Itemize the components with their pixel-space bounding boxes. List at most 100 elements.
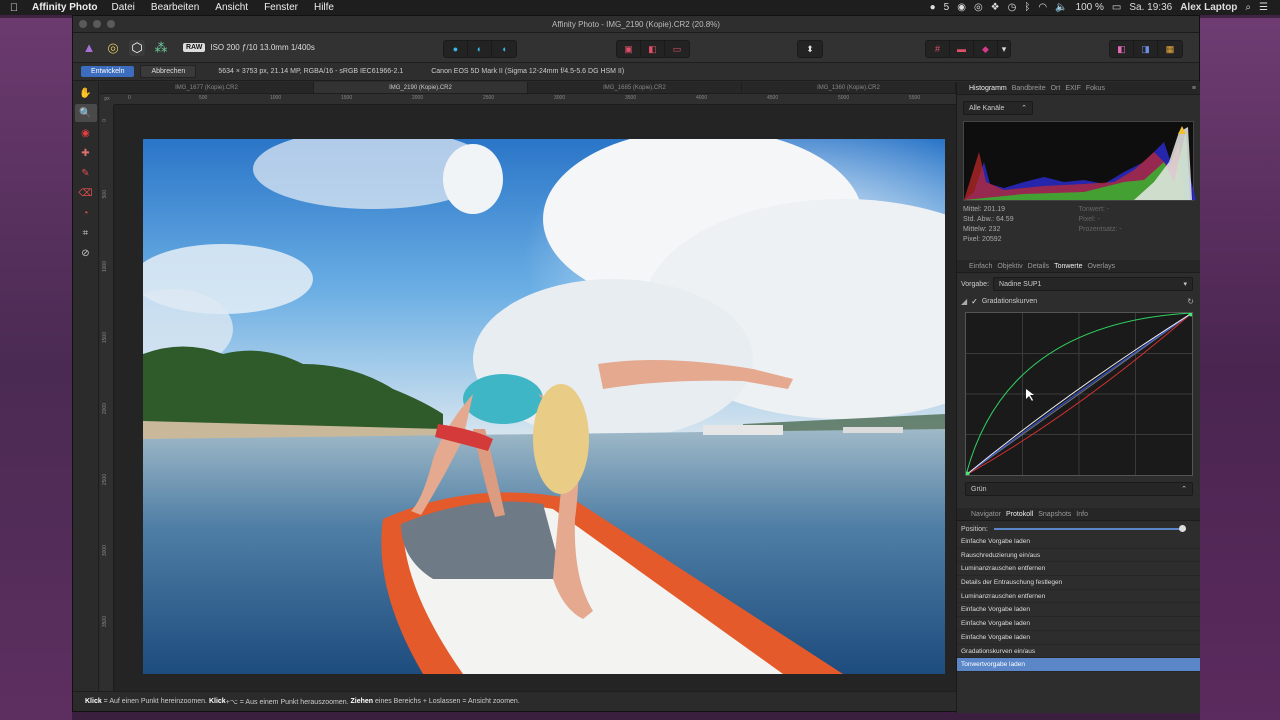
grid-overlay-icon[interactable]: # — [926, 41, 950, 57]
histogram-panel-tabs: Histogramm Bandbreite Ort EXIF Fokus ≡ — [957, 82, 1200, 95]
overlay-eraser-icon[interactable]: ⌫ — [75, 184, 97, 202]
split-view-icon[interactable]: ▣ — [617, 41, 641, 57]
tab-tonwerte[interactable]: Tonwerte — [1054, 263, 1082, 270]
history-item[interactable]: Details der Entrauschung festlegen — [957, 576, 1200, 590]
clipping-highlights-icon[interactable]: ● — [444, 41, 468, 57]
overlay-dropdown-icon[interactable]: ▾ — [998, 41, 1010, 57]
tab-protokoll[interactable]: Protokoll — [1006, 511, 1033, 518]
tab-snapshots[interactable]: Snapshots — [1038, 511, 1071, 518]
clipping-midtones-icon[interactable]: ◐ — [468, 41, 492, 57]
history-item[interactable]: Luminanzrauschen entfernen — [957, 589, 1200, 604]
messenger-icon[interactable]: ◉ — [957, 2, 966, 13]
spotlight-icon[interactable]: ⌕ — [1245, 2, 1251, 13]
tab-einfach[interactable]: Einfach — [969, 263, 992, 270]
red-eye-tool-icon[interactable]: ◉ — [75, 124, 97, 142]
doc-tab-3[interactable]: IMG_1685 (Kopie).CR2 — [528, 82, 742, 93]
app-menu[interactable]: Affinity Photo — [28, 2, 104, 13]
reset-icon[interactable]: ↻ — [1187, 297, 1194, 306]
crop-tool-icon[interactable]: ⌗ — [75, 224, 97, 242]
menu-ansicht[interactable]: Ansicht — [207, 2, 256, 13]
history-position-slider[interactable] — [993, 525, 1186, 533]
history-item[interactable]: Einfache Vorgabe laden — [957, 603, 1200, 618]
tab-exif[interactable]: EXIF — [1065, 85, 1081, 92]
menu-hilfe[interactable]: Hilfe — [306, 2, 342, 13]
ruler-unit: px — [100, 94, 114, 105]
apple-menu-icon[interactable]:  — [0, 2, 28, 14]
status-bar: Klick = Auf einen Punkt hereinzoomen. Kl… — [73, 691, 956, 711]
tab-details[interactable]: Details — [1028, 263, 1049, 270]
tab-overlays[interactable]: Overlays — [1087, 263, 1115, 270]
view-tool-hand-icon[interactable]: ✋ — [75, 84, 97, 102]
doc-tab-1[interactable]: IMG_1677 (Kopie).CR2 — [100, 82, 314, 93]
tab-bandbreite[interactable]: Bandbreite — [1012, 85, 1046, 92]
history-item[interactable]: Einfache Vorgabe laden — [957, 535, 1200, 549]
studio-right-icon[interactable]: ◨ — [1134, 41, 1158, 57]
history-item[interactable]: Gradationskurven ein/aus — [957, 644, 1200, 659]
doc-tab-2[interactable]: IMG_2190 (Kopie).CR2 — [314, 82, 528, 93]
notification-center-icon[interactable]: ☰ — [1259, 2, 1268, 13]
tab-navigator[interactable]: Navigator — [971, 511, 1001, 518]
curves-enable-checkbox[interactable]: ✓ — [971, 297, 978, 306]
menu-datei[interactable]: Datei — [104, 2, 143, 13]
menu-fenster[interactable]: Fenster — [256, 2, 306, 13]
vertical-ruler[interactable]: 0 500 1000 1500 2000 2500 3000 3500 — [100, 105, 114, 692]
tab-info[interactable]: Info — [1076, 511, 1088, 518]
panel-menu-icon[interactable]: ≡ — [1192, 85, 1196, 92]
doc-tab-4[interactable]: IMG_1360 (Kopie).CR2 — [742, 82, 956, 93]
history-item[interactable]: Einfache Vorgabe laden — [957, 617, 1200, 631]
blemish-tool-icon[interactable]: ✚ — [75, 144, 97, 162]
menu-bearbeiten[interactable]: Bearbeiten — [143, 2, 207, 13]
tab-ort[interactable]: Ort — [1051, 85, 1061, 92]
history-item[interactable]: Luminanzrauschen entfernen — [957, 562, 1200, 577]
sync-icon[interactable]: ◎ — [974, 2, 983, 13]
overlay-gradient-icon[interactable]: ◔ — [75, 204, 97, 222]
photo-canvas[interactable] — [143, 139, 945, 674]
ruler-h-tick: 0 — [128, 95, 131, 101]
studio-color-icon[interactable]: ▦ — [1158, 41, 1182, 57]
export-persona-icon[interactable]: ⁂ — [153, 40, 169, 56]
liquify-persona-icon[interactable]: ◎ — [105, 40, 121, 56]
tab-fokus[interactable]: Fokus — [1086, 85, 1105, 92]
clock[interactable]: Sa. 19:36 — [1129, 2, 1172, 13]
zoom-tool-icon[interactable]: 🔍 — [74, 104, 97, 122]
bluetooth-icon[interactable]: ᛒ — [1024, 2, 1030, 13]
history-item[interactable]: Rauschreduzierung ein/aus — [957, 548, 1200, 563]
tab-histogram[interactable]: Histogramm — [969, 85, 1007, 92]
cancel-button[interactable]: Abbrechen — [140, 65, 197, 78]
user-name[interactable]: Alex Laptop — [1180, 2, 1237, 13]
single-view-icon[interactable]: ▭ — [665, 41, 689, 57]
badge-count[interactable]: 5 — [944, 2, 950, 13]
wifi-icon[interactable]: ◠ — [1038, 2, 1047, 13]
tab-objektiv[interactable]: Objektiv — [997, 263, 1022, 270]
develop-button[interactable]: Entwickeln — [81, 66, 135, 77]
brush-overlay-icon[interactable]: ◆ — [974, 41, 998, 57]
develop-persona-icon[interactable]: ⬡ — [129, 39, 145, 56]
stat-mean: Mittel: 201.19 — [963, 206, 1006, 213]
time-machine-icon[interactable]: ◷ — [1008, 2, 1017, 13]
history-item[interactable]: Einfache Vorgabe laden — [957, 630, 1200, 645]
white-balance-tool-icon[interactable]: ⊘ — [75, 244, 97, 262]
dropbox-icon[interactable]: ❖ — [991, 2, 1000, 13]
history-item-selected[interactable]: Tonwertvorgabe laden — [957, 658, 1200, 672]
histogram-channel-select[interactable]: Alle Kanäle ⌃ — [963, 101, 1033, 115]
horizontal-ruler[interactable]: 0 500 1000 1500 2000 2500 3000 3500 4000 4500 5000… — [114, 94, 956, 105]
preset-select[interactable]: Nadine SUP1 ▾ — [993, 277, 1194, 291]
studio-left-icon[interactable]: ◧ — [1110, 41, 1134, 57]
battery-label[interactable]: 100 % — [1076, 2, 1104, 13]
curves-channel-select[interactable]: Grün ⌃ — [965, 482, 1193, 496]
photo-persona-icon[interactable]: ▲ — [81, 40, 97, 56]
volume-icon[interactable]: 🔈 — [1055, 2, 1067, 13]
app-window: Affinity Photo - IMG_2190 (Kopie).CR2 (2… — [72, 15, 1200, 713]
ruler-v-tick: 500 — [102, 190, 108, 199]
record-icon[interactable]: ● — [930, 2, 936, 13]
mask-overlay-icon[interactable]: ▬ — [950, 41, 974, 57]
title-bar: Affinity Photo - IMG_2190 (Kopie).CR2 (2… — [73, 16, 1199, 33]
assistant-icon[interactable]: ⬍ — [798, 41, 822, 57]
overlay-brush-icon[interactable]: ✎ — [75, 164, 97, 182]
history-list: Einfache Vorgabe laden Rauschreduzierung… — [957, 535, 1200, 672]
curves-graph[interactable] — [964, 311, 1194, 477]
main-toolbar: ▲ ◎ ⬡ ⁂ RAW ISO 200 ƒ/10 13.0mm 1/400s ●… — [73, 33, 1199, 63]
slider-handle[interactable] — [1178, 525, 1186, 532]
mirror-view-icon[interactable]: ◧ — [641, 41, 665, 57]
clipping-shadows-icon[interactable]: ◖ — [492, 41, 516, 57]
